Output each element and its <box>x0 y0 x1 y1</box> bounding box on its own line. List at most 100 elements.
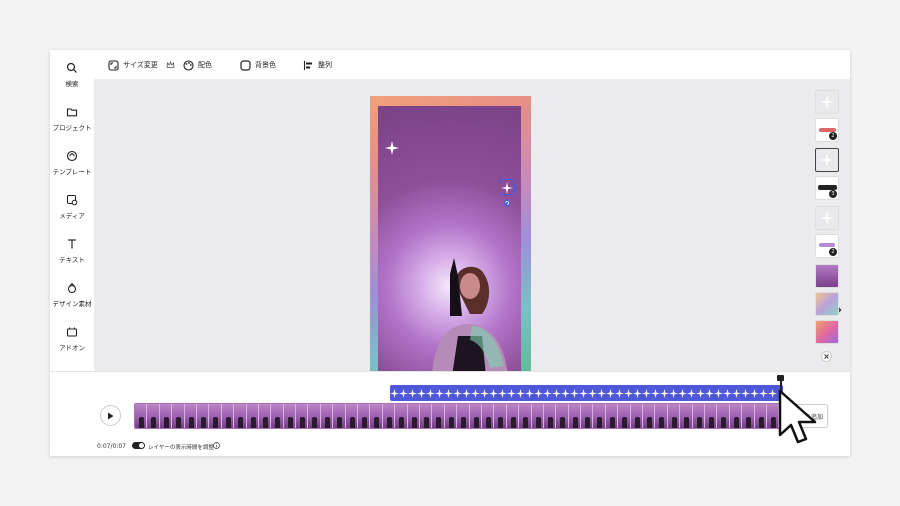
elements-icon <box>67 282 77 294</box>
design-canvas[interactable] <box>370 96 531 371</box>
color-palette-button[interactable]: 配色 <box>183 50 212 80</box>
layer-thumbnail[interactable] <box>815 206 839 230</box>
sparkle-icon <box>732 388 741 398</box>
video-clip-track[interactable] <box>134 403 782 429</box>
video-frame-thumbnail <box>754 404 767 428</box>
sparkle-icon <box>426 388 435 398</box>
sparkle-icon <box>588 388 597 398</box>
video-frame-thumbnail <box>655 404 668 428</box>
sparkle-icon <box>750 388 759 398</box>
sparkle-icon <box>561 388 570 398</box>
resize-icon <box>108 59 119 71</box>
video-frame-thumbnail <box>333 404 346 428</box>
video-frame[interactable] <box>378 106 521 371</box>
sidebar-item-media[interactable]: メディア <box>50 194 94 234</box>
align-button[interactable]: 整列 <box>303 50 332 80</box>
sidebar-item-addons[interactable]: アドオン <box>50 326 94 366</box>
video-frame-thumbnail <box>717 404 730 428</box>
background-label: 背景色 <box>255 61 276 69</box>
play-button[interactable] <box>100 405 121 426</box>
sidebar-item-label: テキスト <box>59 256 85 264</box>
sparkle-icon <box>615 388 624 398</box>
sparkle-icon <box>624 388 633 398</box>
sparkle-icon <box>507 388 516 398</box>
video-frame-thumbnail <box>296 404 309 428</box>
video-frame-thumbnail <box>543 404 557 428</box>
video-frame-thumbnail <box>593 404 606 428</box>
top-toolbar: サイズ変更 配色 背景色 整列 <box>94 50 850 80</box>
sparkle-icon <box>435 388 444 398</box>
video-frame-thumbnail <box>667 404 681 428</box>
video-frame-thumbnail <box>568 404 582 428</box>
sparkle-icon <box>579 388 588 398</box>
video-frame-thumbnail <box>419 404 433 428</box>
sparkle-icon <box>723 388 732 398</box>
video-frame-thumbnail <box>395 404 408 428</box>
video-frame-thumbnail <box>221 404 235 428</box>
sidebar-item-label: テンプレート <box>52 168 92 176</box>
sparkle-icon <box>498 388 507 398</box>
layer-thumbnail[interactable] <box>815 320 839 344</box>
time-display: 0:07/0:07 <box>97 443 126 450</box>
video-frame-thumbnail <box>494 404 507 428</box>
video-frame-thumbnail <box>581 404 594 428</box>
info-icon[interactable] <box>213 442 220 449</box>
addon-icon <box>66 327 78 337</box>
sparkle-icon <box>633 388 642 398</box>
mouse-cursor-icon <box>778 389 817 444</box>
video-frame-thumbnail <box>283 404 297 428</box>
video-frame-thumbnail <box>308 404 321 428</box>
layer-thumbnail[interactable]: 3 <box>815 176 839 200</box>
sparkle-icon <box>714 388 723 398</box>
layer-duration-toggle[interactable] <box>132 442 145 449</box>
selected-sparkle-element[interactable] <box>499 179 515 195</box>
folder-icon <box>66 108 78 117</box>
video-frame-thumbnail <box>246 404 259 428</box>
sidebar-item-elements[interactable]: デザイン素材 <box>50 282 94 322</box>
sparkle-icon <box>687 388 696 398</box>
background-color-button[interactable]: 背景色 <box>240 50 276 80</box>
align-icon <box>303 60 312 70</box>
video-frame-thumbnail <box>159 404 173 428</box>
video-frame-thumbnail <box>643 404 656 428</box>
text-layer-preview <box>819 243 835 247</box>
thumbnail-badge: 2 <box>829 132 837 140</box>
sparkle-icon <box>642 388 651 398</box>
sidebar-item-templates[interactable]: テンプレート <box>50 150 94 190</box>
sidebar-item-projects[interactable]: プロジェクト <box>50 106 94 146</box>
sparkle-icon <box>462 388 471 398</box>
video-frame-thumbnail <box>184 404 197 428</box>
palette-icon <box>183 59 194 71</box>
align-label: 整列 <box>318 61 332 69</box>
sparkle-icon <box>669 388 678 398</box>
layer-thumbnail[interactable]: 2 <box>815 118 839 142</box>
resize-button[interactable]: サイズ変更 <box>108 50 175 80</box>
sidebar-item-search[interactable]: 検索 <box>50 62 94 102</box>
sidebar-item-text[interactable]: テキスト <box>50 238 94 278</box>
layer-thumbnail-selected[interactable] <box>815 148 839 172</box>
sparkle-icon <box>543 388 552 398</box>
video-frame-thumbnail <box>729 404 743 428</box>
sparkle-icon <box>696 388 705 398</box>
video-frame-thumbnail <box>556 404 569 428</box>
video-frame-thumbnail <box>209 404 222 428</box>
video-frame-thumbnail <box>444 404 458 428</box>
layer-thumbnail[interactable] <box>815 264 839 288</box>
sparkle-icon <box>534 388 543 398</box>
layer-thumbnail[interactable] <box>815 292 839 316</box>
timeline-panel: ッシンを追加 0:07/0:07 レイヤーの表示時間を調整 <box>50 371 850 456</box>
sidebar-item-label: メディア <box>59 212 85 220</box>
sparkle-icon <box>408 388 417 398</box>
video-frame-thumbnail <box>531 404 544 428</box>
crown-icon <box>166 61 175 68</box>
sparkle-layer-track[interactable] <box>390 385 783 401</box>
background-color-icon <box>240 59 251 71</box>
rotate-handle-icon[interactable] <box>503 199 511 207</box>
toggle-label: レイヤーの表示時間を調整 <box>148 445 214 451</box>
video-frame-thumbnail <box>370 404 383 428</box>
layer-thumbnail[interactable]: 2 <box>815 234 839 258</box>
sidebar-item-label: プロジェクト <box>52 124 92 132</box>
layer-thumbnail[interactable] <box>815 90 839 114</box>
close-button[interactable] <box>821 351 832 362</box>
color-label: 配色 <box>198 61 212 69</box>
